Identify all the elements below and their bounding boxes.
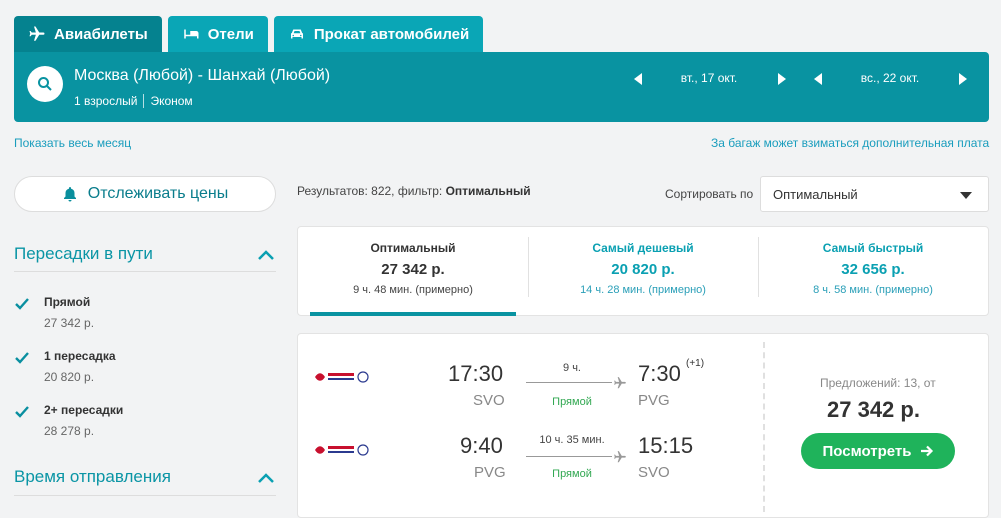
airline-logo-icon <box>315 444 369 456</box>
departure-airport: PVG <box>474 464 506 481</box>
flight-duration: 9 ч. <box>563 362 581 374</box>
departure-airport: SVO <box>473 392 505 409</box>
show-month-link[interactable]: Показать весь месяц <box>14 136 131 150</box>
sort-tab-title: Самый быстрый <box>822 241 924 255</box>
stops-label: Прямой <box>552 396 592 408</box>
sort-tab-title: Самый дешевый <box>592 241 694 255</box>
results-count: Результатов: 822, фильтр: <box>297 184 446 198</box>
date-out[interactable]: вт., 17 окт. <box>659 71 759 85</box>
route-text[interactable]: Москва (Любой) - Шанхай (Любой) <box>74 67 330 85</box>
tab-fastest[interactable]: Самый быстрый 32 656 р. 8 ч. 58 мин. (пр… <box>758 227 988 315</box>
sort-tab-price: 20 820 р. <box>611 261 675 278</box>
sort-tab-title: Оптимальный <box>370 241 456 255</box>
plane-icon <box>614 451 626 463</box>
search-icon <box>38 77 52 91</box>
chevron-left-icon <box>634 73 642 85</box>
sort-value: Оптимальный <box>773 186 858 202</box>
divider <box>763 342 765 512</box>
search-summary-bar[interactable]: Москва (Любой) - Шанхай (Любой) 1 взросл… <box>14 52 989 122</box>
departure-time: 17:30 <box>448 361 504 386</box>
sort-tab-duration: 8 ч. 58 мин. (примерно) <box>813 284 933 296</box>
prev-date-back-button[interactable] <box>812 72 824 86</box>
departure-filter-title[interactable]: Время отправления <box>14 467 171 487</box>
tab-hotels[interactable]: Отели <box>167 16 268 52</box>
chevron-right-icon <box>959 73 967 85</box>
stops-filter-title[interactable]: Пересадки в пути <box>14 244 153 264</box>
next-day-indicator: (+1) <box>686 358 705 369</box>
stop-price: 20 820 р. <box>44 370 95 384</box>
plane-icon <box>29 26 45 41</box>
divider <box>143 94 145 108</box>
baggage-fee-link[interactable]: За багаж может взиматься дополнительная … <box>711 136 989 150</box>
arrival-airport: PVG <box>638 392 670 409</box>
tab-car-rental[interactable]: Прокат автомобилей <box>273 16 484 52</box>
departure-time: 9:40 <box>460 433 503 458</box>
airline-logo-icon <box>315 371 369 383</box>
tab-car-rental-label: Прокат автомобилей <box>313 25 470 43</box>
prev-date-out-button[interactable] <box>632 72 644 86</box>
stop-label: Прямой <box>44 295 91 309</box>
car-icon <box>290 29 303 39</box>
sort-tab-duration: 14 ч. 28 мин. (примерно) <box>580 284 706 296</box>
bed-icon <box>184 29 199 39</box>
checkmark-icon[interactable] <box>14 351 30 365</box>
search-button[interactable] <box>27 66 63 102</box>
route-line <box>526 382 612 383</box>
product-tabs: Авиабилеты Отели Прокат автомобилей <box>14 16 484 52</box>
next-date-out-button[interactable] <box>776 72 788 86</box>
arrival-time: 7:30 <box>638 361 681 386</box>
passengers-count: 1 взрослый <box>74 94 138 108</box>
arrow-right-icon <box>920 445 933 457</box>
sort-tab-duration: 9 ч. 48 мин. (примерно) <box>353 284 473 296</box>
track-prices-label: Отслеживать цены <box>87 185 229 202</box>
checkmark-icon[interactable] <box>14 405 30 419</box>
track-prices-button[interactable]: Отслеживать цены <box>14 176 276 212</box>
cabin-class: Эконом <box>150 94 193 108</box>
divider <box>14 271 276 272</box>
tab-hotels-label: Отели <box>207 25 254 43</box>
stops-label: Прямой <box>552 468 592 480</box>
chevron-right-icon <box>778 73 786 85</box>
view-deal-button[interactable]: Посмотреть <box>801 433 955 469</box>
next-date-back-button[interactable] <box>957 72 969 86</box>
stop-label: 2+ пересадки <box>44 403 124 417</box>
sort-tab-price: 27 342 р. <box>381 261 445 278</box>
date-back[interactable]: вс., 22 окт. <box>840 71 940 85</box>
sort-select[interactable]: Оптимальный <box>760 176 989 212</box>
view-deal-label: Посмотреть <box>822 442 912 460</box>
results-summary: Результатов: 822, фильтр: Оптимальный <box>297 184 531 198</box>
chevron-left-icon <box>814 73 822 85</box>
divider <box>14 495 276 496</box>
chevron-up-icon[interactable] <box>258 473 274 483</box>
caret-down-icon <box>960 192 972 199</box>
tab-flights-label: Авиабилеты <box>54 25 148 43</box>
sort-label: Сортировать по <box>665 187 754 201</box>
checkmark-icon[interactable] <box>14 297 30 311</box>
stop-label: 1 пересадка <box>44 349 116 363</box>
arrival-airport: SVO <box>638 464 670 481</box>
arrival-time: 15:15 <box>638 433 694 458</box>
chevron-up-icon[interactable] <box>258 250 274 260</box>
results-filter: Оптимальный <box>445 184 531 198</box>
route-line <box>526 456 612 457</box>
sort-tab-price: 32 656 р. <box>841 261 905 278</box>
sort-tabs: Оптимальный 27 342 р. 9 ч. 48 мин. (прим… <box>297 226 989 316</box>
tab-best[interactable]: Оптимальный 27 342 р. 9 ч. 48 мин. (прим… <box>298 227 528 316</box>
plane-icon <box>614 377 626 389</box>
flight-duration: 10 ч. 35 мин. <box>539 434 605 446</box>
tab-cheapest[interactable]: Самый дешевый 20 820 р. 14 ч. 28 мин. (п… <box>528 227 758 315</box>
ticket-price: 27 342 р. <box>827 397 920 422</box>
offers-count: Предложений: 13, от <box>820 376 936 390</box>
bell-icon <box>63 187 76 202</box>
stop-price: 28 278 р. <box>44 424 95 438</box>
passenger-info[interactable]: 1 взрослый Эконом <box>74 94 193 108</box>
stop-price: 27 342 р. <box>44 316 95 330</box>
tab-flights[interactable]: Авиабилеты <box>14 16 162 52</box>
